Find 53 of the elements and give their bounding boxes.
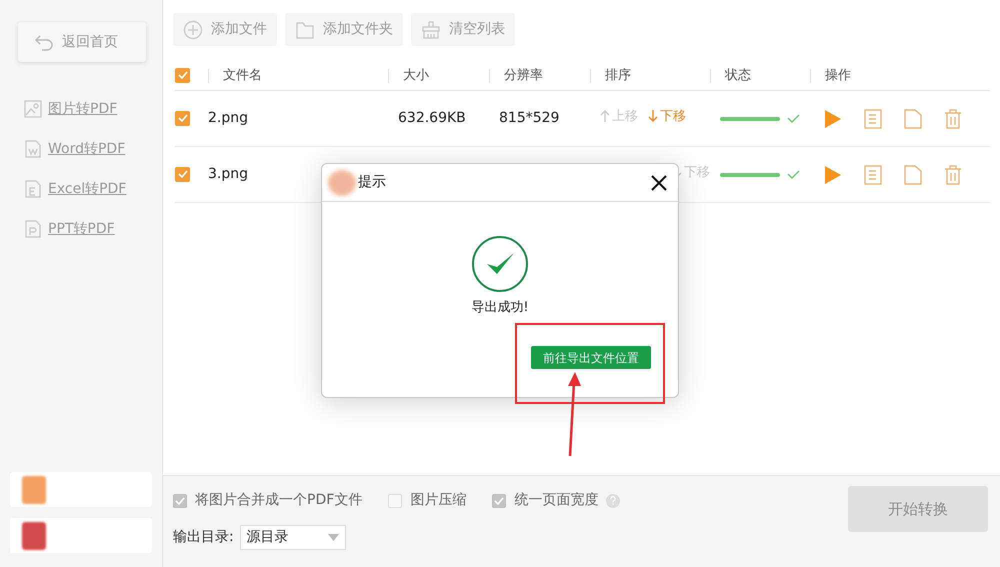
check-icon	[175, 496, 185, 504]
document-icon	[24, 140, 42, 158]
file-name: 3.png	[208, 166, 248, 182]
column-header: 状态	[725, 68, 751, 82]
move-down-button[interactable]: 下移	[648, 106, 686, 126]
arrow-icon	[648, 109, 658, 124]
file-name: 2.png	[208, 110, 248, 126]
play-icon[interactable]	[824, 164, 842, 184]
arrow-icon	[600, 109, 610, 124]
file-size: 632.69KB	[398, 110, 466, 126]
output-label: 输出目录:	[173, 528, 234, 547]
column-header: 分辨率	[504, 68, 543, 82]
trash-icon[interactable]	[944, 108, 962, 128]
check-icon	[494, 496, 504, 504]
help-icon[interactable]	[606, 494, 620, 508]
folder-icon	[295, 20, 315, 40]
checkbox[interactable]	[175, 110, 190, 126]
column-header: 操作	[825, 68, 851, 82]
file-icon[interactable]	[904, 164, 922, 184]
dialog-title: 提示	[358, 173, 386, 192]
open-folder-button[interactable]: 前往导出文件位置	[531, 346, 651, 369]
basket-icon	[421, 20, 441, 40]
checkbox[interactable]	[388, 494, 402, 508]
column-header: 大小	[403, 68, 429, 82]
checkbox[interactable]	[175, 166, 190, 182]
checkbox[interactable]	[492, 494, 506, 508]
trash-icon[interactable]	[944, 164, 962, 184]
check-icon	[178, 71, 188, 80]
output-dropdown[interactable]: 源目录	[240, 525, 346, 550]
sidebar-card[interactable]	[10, 518, 152, 553]
resolution: 815*529	[499, 110, 560, 126]
document-icon[interactable]	[864, 164, 882, 184]
column-header: 文件名	[223, 68, 262, 82]
sidebar-card[interactable]	[10, 472, 152, 507]
file-icon[interactable]	[904, 108, 922, 128]
app-icon	[328, 170, 356, 196]
option-label: 统一页面宽度	[514, 491, 598, 510]
document-icon[interactable]	[864, 108, 882, 128]
document-icon	[24, 180, 42, 198]
option-label: 图片压缩	[410, 491, 466, 510]
option-label: 将图片合并成一个PDF文件	[195, 491, 362, 510]
success-message: 导出成功!	[471, 299, 529, 317]
column-header: 排序	[605, 68, 631, 82]
caret-icon	[328, 534, 339, 541]
image-icon	[24, 100, 42, 118]
plus-icon	[183, 20, 203, 40]
play-icon[interactable]	[824, 108, 842, 128]
document-icon	[24, 220, 42, 238]
check-icon	[178, 114, 188, 122]
check-icon	[178, 170, 188, 178]
select-all-checkbox[interactable]	[175, 68, 190, 83]
checkbox[interactable]	[173, 494, 187, 508]
success-icon	[472, 236, 528, 292]
